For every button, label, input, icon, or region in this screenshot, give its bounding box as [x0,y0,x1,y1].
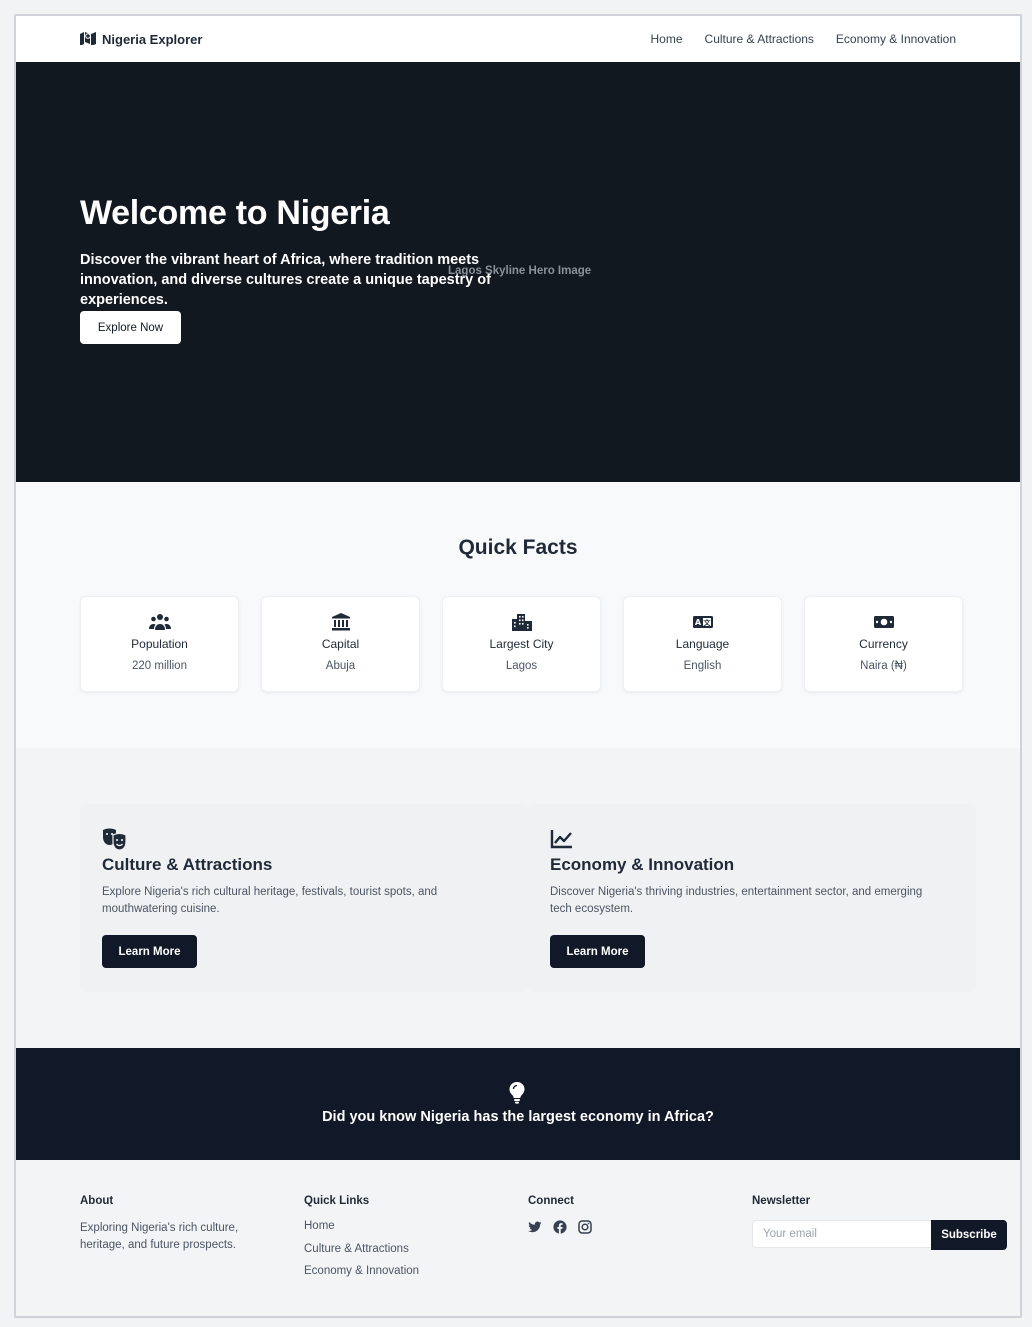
fact-label: Language [675,637,730,651]
footer-link-economy[interactable]: Economy & Innovation [304,1265,419,1288]
hero-subtitle: Discover the vibrant heart of Africa, wh… [80,252,491,308]
brand-logo[interactable]: Nigeria Explorer [80,31,202,48]
brand-name: Nigeria Explorer [102,32,203,47]
footer-about-title: About [80,1195,114,1207]
city-icon [443,613,600,631]
facebook-icon[interactable] [553,1220,567,1234]
nav-link-culture[interactable]: Culture & Attractions [705,32,814,46]
footer-about: About Exploring Nigeria's rich culture, … [80,1195,280,1254]
nav-links: Home Culture & Attractions Economy & Inn… [651,32,956,46]
newsletter-form: Subscribe [752,1220,1007,1250]
fact-card-currency: Currency Naira (₦) [804,596,963,692]
footer-newsletter-title: Newsletter [752,1195,811,1207]
feature-description: Explore Nigeria's rich cultural heritage… [102,886,438,915]
did-you-know-text: Did you know Nigeria has the largest eco… [322,1109,714,1125]
nav-link-economy[interactable]: Economy & Innovation [836,32,956,46]
nav-link-home[interactable]: Home [651,32,683,46]
svg-text:文: 文 [703,618,711,627]
features-section: Culture & Attractions Explore Nigeria's … [16,748,1020,1048]
explore-now-button[interactable]: Explore Now [80,311,181,344]
top-navbar: Nigeria Explorer Home Culture & Attracti… [16,16,1020,63]
feature-card-culture: Culture & Attractions Explore Nigeria's … [80,804,528,992]
fact-card-population: Population 220 million [80,596,239,692]
footer-link-culture[interactable]: Culture & Attractions [304,1243,419,1266]
newsletter-email-input[interactable] [752,1220,931,1248]
twitter-icon[interactable] [528,1220,542,1234]
feature-description: Discover Nigeria's thriving industries, … [550,886,923,915]
people-icon [81,613,238,631]
quick-facts-title: Quick Facts [458,536,578,559]
fact-value: Lagos [505,660,538,672]
fact-card-language: A文 Language English [623,596,782,692]
footer-connect: Connect [528,1195,592,1234]
learn-more-economy-button[interactable]: Learn More [550,935,645,968]
subscribe-button[interactable]: Subscribe [931,1220,1007,1250]
footer-quick-links-title: Quick Links [304,1195,370,1207]
hero-section: Welcome to Nigeria Discover the vibrant … [16,62,1020,482]
did-you-know-banner: Did you know Nigeria has the largest eco… [16,1048,1020,1160]
footer-connect-title: Connect [528,1195,574,1207]
footer-quick-links: Quick Links Home Culture & Attractions E… [304,1195,419,1288]
instagram-icon[interactable] [578,1220,592,1234]
fact-value: 220 million [132,660,187,672]
fact-label: Capital [321,637,360,651]
browser-frame: Nigeria Explorer Home Culture & Attracti… [14,14,1022,1318]
fact-card-largest-city: Largest City Lagos [442,596,601,692]
landmark-icon [262,613,419,631]
hero-image-alt-text: Lagos Skyline Hero Image [448,265,592,277]
hero-title: Welcome to Nigeria [80,194,390,232]
site-footer: About Exploring Nigeria's rich culture, … [16,1160,1020,1316]
theater-masks-icon [102,828,128,851]
fact-value: English [683,660,722,672]
feature-title: Culture & Attractions [102,855,273,874]
chart-line-icon [550,828,576,850]
fact-cards: Population 220 million Capital Abuja Lar… [80,596,963,692]
svg-text:A: A [694,618,701,627]
footer-about-text: Exploring Nigeria's rich culture, herita… [80,1222,239,1251]
fact-value: Naira (₦) [860,660,907,672]
fact-card-capital: Capital Abuja [261,596,420,692]
fact-label: Population [131,637,188,651]
fact-value: Abuja [325,660,356,672]
quick-facts-section: Quick Facts Population 220 million Capit… [16,482,1020,748]
learn-more-culture-button[interactable]: Learn More [102,935,197,968]
map-icon [80,31,96,48]
language-icon: A文 [624,613,781,631]
social-icons [528,1220,592,1234]
money-icon [805,613,962,631]
lightbulb-icon [509,1082,525,1104]
fact-label: Currency [859,637,908,651]
feature-title: Economy & Innovation [550,855,735,874]
fact-label: Largest City [489,637,554,651]
footer-link-home[interactable]: Home [304,1220,419,1243]
footer-newsletter: Newsletter Subscribe [752,1195,1007,1250]
feature-card-economy: Economy & Innovation Discover Nigeria's … [528,804,976,992]
